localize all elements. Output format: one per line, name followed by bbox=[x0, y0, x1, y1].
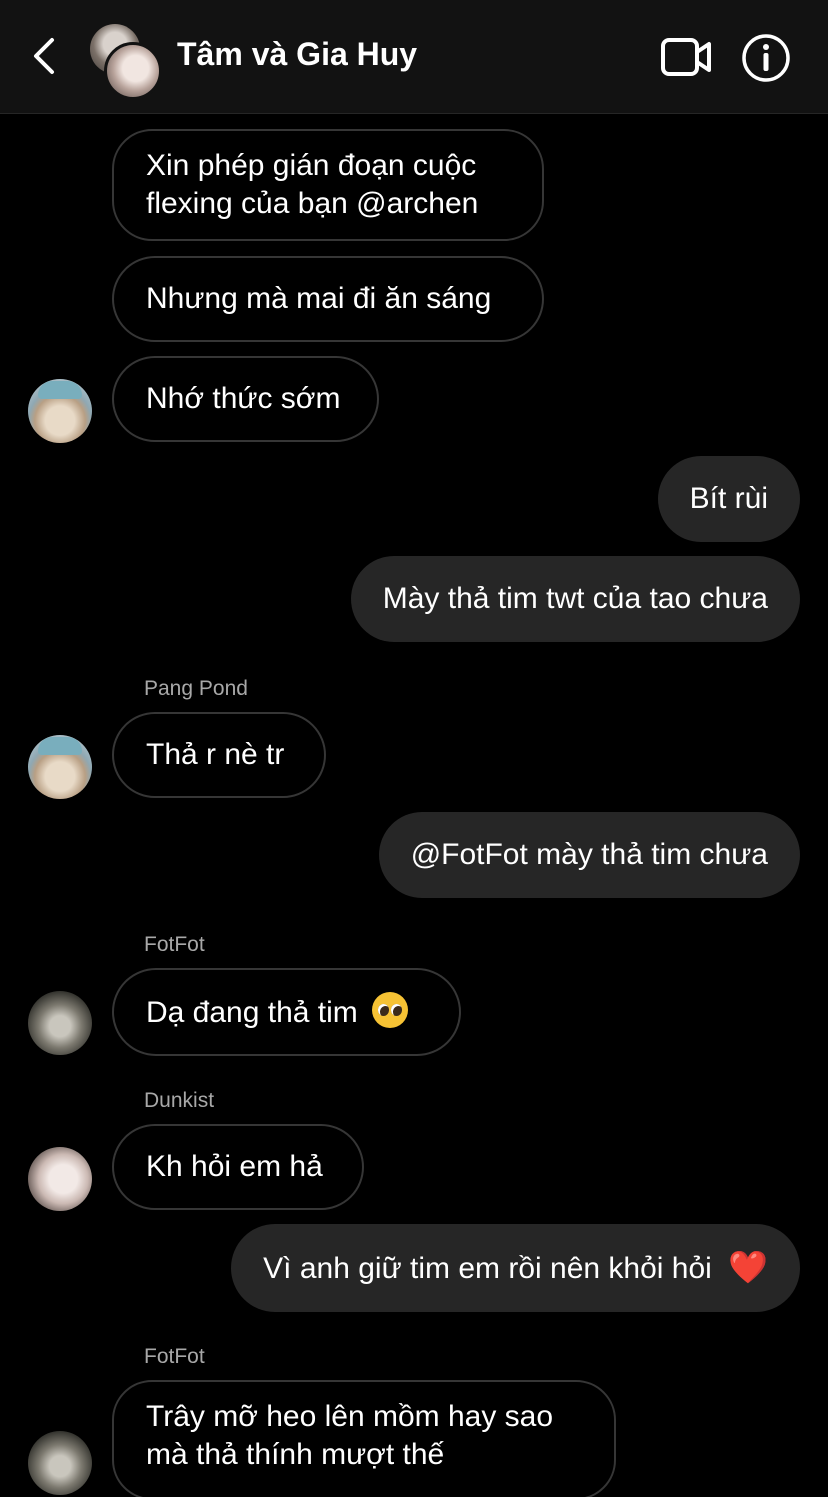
message-text: Xin phép gián đoạn cuộc bbox=[146, 149, 477, 182]
message-bubble-incoming[interactable]: Nhớ thức sớm bbox=[112, 356, 379, 442]
group-avatar[interactable] bbox=[90, 24, 162, 100]
message-bubble-outgoing[interactable]: Mày thả tim twt của tao chưa bbox=[350, 556, 800, 642]
message-bubble-incoming[interactable]: Nhưng mà mai đi ăn sáng bbox=[112, 256, 544, 342]
message-bubble-incoming[interactable]: Xin phép gián đoạn cuộc flexing của bạn … bbox=[112, 129, 544, 241]
video-camera-icon[interactable] bbox=[660, 36, 712, 78]
sender-avatar[interactable] bbox=[28, 735, 92, 799]
message-text: Nhưng mà mai đi ăn sáng bbox=[146, 282, 492, 315]
message-text: Kh hỏi em hả bbox=[146, 1150, 323, 1183]
message-bubble-incoming[interactable]: Dạ đang thả tim bbox=[112, 968, 461, 1056]
chat-header: Tâm và Gia Huy bbox=[0, 0, 828, 114]
sender-avatar[interactable] bbox=[28, 1431, 92, 1495]
message-feed[interactable]: Xin phép gián đoạn cuộc flexing của bạn … bbox=[0, 115, 828, 1497]
message-text: Dạ đang thả tim bbox=[146, 996, 358, 1029]
message-bubble-incoming[interactable]: Kh hỏi em hả bbox=[112, 1124, 364, 1210]
message-text: Vì anh giữ tim em rồi nên khỏi hỏi bbox=[263, 1252, 712, 1285]
pleading-face-emoji bbox=[372, 992, 409, 1028]
message-bubble-outgoing[interactable]: Vì anh giữ tim em rồi nên khỏi hỏi ❤️ bbox=[231, 1224, 800, 1312]
message-text: mà thả thính mượt thế bbox=[146, 1438, 445, 1471]
message-bubble-outgoing[interactable]: @FotFot mày thả tim chưa bbox=[378, 812, 800, 898]
sender-avatar[interactable] bbox=[28, 379, 92, 443]
sender-avatar[interactable] bbox=[28, 991, 92, 1055]
message-bubble-incoming[interactable]: Thả r nè tr bbox=[112, 712, 326, 798]
message-bubble-outgoing[interactable]: Bít rùi bbox=[657, 456, 800, 542]
sender-name: Dunkist bbox=[144, 1089, 215, 1112]
sender-avatar[interactable] bbox=[28, 1147, 92, 1211]
message-text: Mày thả tim twt của tao chưa bbox=[382, 582, 768, 615]
sender-name: FotFot bbox=[144, 933, 205, 956]
message-text: Nhớ thức sớm bbox=[146, 382, 341, 415]
info-icon[interactable] bbox=[740, 32, 792, 84]
message-text: Trây mỡ heo lên mồm hay sao bbox=[146, 1400, 554, 1433]
red-heart-emoji: ❤️ bbox=[728, 1249, 768, 1285]
chat-title[interactable]: Tâm và Gia Huy bbox=[177, 36, 417, 73]
message-text: flexing của bạn @archen bbox=[146, 187, 479, 220]
message-text: @FotFot mày thả tim chưa bbox=[410, 838, 768, 871]
message-bubble-incoming[interactable]: Trây mỡ heo lên mồm hay sao mà thả thính… bbox=[112, 1380, 616, 1497]
chevron-left-icon[interactable] bbox=[28, 36, 62, 76]
message-text: Bít rùi bbox=[689, 482, 768, 515]
member-avatar bbox=[104, 42, 162, 100]
sender-name: FotFot bbox=[144, 1345, 205, 1368]
sender-name: Pang Pond bbox=[144, 677, 248, 700]
message-text: Thả r nè tr bbox=[146, 738, 285, 771]
